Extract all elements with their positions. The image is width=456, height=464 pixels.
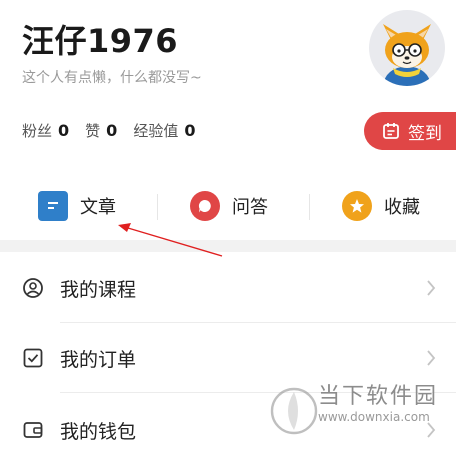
watermark-url: www.downxia.com [318,410,430,424]
divider [157,194,158,220]
divider [309,194,310,220]
article-label: 文章 [80,197,116,218]
star-icon [342,191,372,221]
stat-label: 粉丝 [22,122,53,140]
divider [60,322,456,323]
favorites-button[interactable]: 收藏 [342,188,420,224]
favorites-label: 收藏 [384,197,420,218]
stat-value: 0 [184,121,196,140]
chevron-right-icon [427,280,436,296]
stats-row: 粉丝 0 赞 0 经验值 0 [22,120,211,141]
stat-exp[interactable]: 经验值 0 [133,120,195,141]
section-separator [0,240,456,252]
checkbox-icon [23,348,43,368]
article-button[interactable]: 文章 [38,188,116,224]
signin-button[interactable]: 签到 [364,112,456,150]
signin-label: 签到 [408,123,442,144]
user-circle-icon [23,278,43,298]
menu-item-label: 我的钱包 [60,420,137,443]
action-row: 文章 问答 收藏 [0,180,456,232]
qa-button[interactable]: 问答 [190,188,268,224]
menu-item-courses[interactable]: 我的课程 [0,254,456,322]
qa-label: 问答 [232,197,268,218]
stat-value: 0 [58,121,70,140]
stat-label: 赞 [85,122,101,140]
avatar[interactable] [369,10,445,86]
stat-value: 0 [106,121,118,140]
qa-icon [190,191,220,221]
username: 汪仔1976 [22,22,179,60]
wallet-icon [23,422,43,438]
bio-text: 这个人有点懒，什么都没写~ [22,70,202,86]
menu-item-label: 我的课程 [60,278,137,301]
stat-fans[interactable]: 粉丝 0 [22,120,69,141]
menu-item-label: 我的订单 [60,348,137,371]
chevron-right-icon [427,350,436,366]
stat-label: 经验值 [133,122,179,140]
shiba-avatar-icon [383,24,431,86]
stat-likes[interactable]: 赞 0 [85,120,117,141]
calendar-icon [383,123,399,139]
article-icon [38,191,68,221]
watermark-text: 当下软件园 [318,384,439,409]
